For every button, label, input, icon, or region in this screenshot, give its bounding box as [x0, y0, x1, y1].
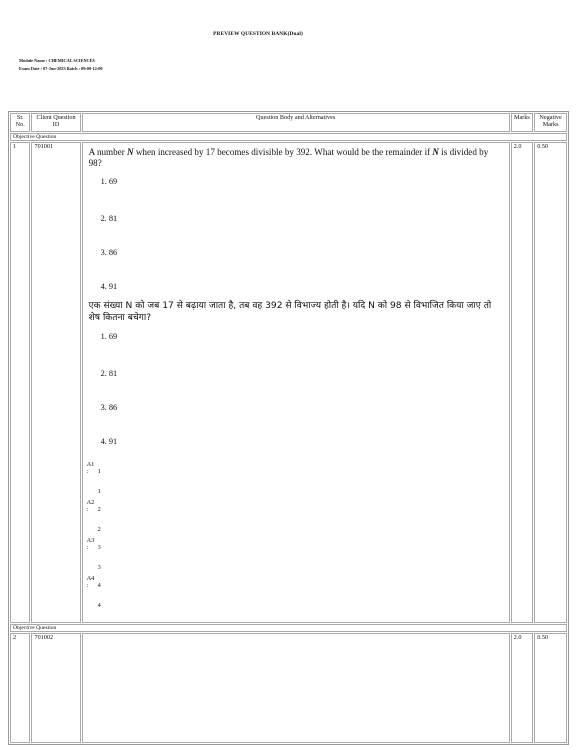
col-header-body: Question Body and Alternatives	[81, 113, 510, 132]
question-sr: 2	[10, 633, 31, 743]
option-item: 1. 69	[100, 177, 118, 186]
table-row: 2 701002 2.0 0.50	[10, 633, 567, 743]
options-hindi: 1. 69 2. 81 3. 86 4. 91	[101, 324, 503, 450]
col-header-negative: Negative Marks	[534, 113, 567, 132]
exam-date-batch: Exam Date : 07-Jun-2023 Batch : 09:00-12…	[19, 66, 103, 71]
option-item: 2. 81	[100, 369, 118, 378]
option-item: 1. 69	[100, 332, 118, 341]
col-header-marks: Marks	[510, 113, 534, 132]
answer-key-item: A4: 4 4	[86, 575, 101, 609]
page-title: PREVIEW QUESTION BANK(Dual)	[213, 31, 303, 37]
module-name: Module Name : CHEMICAL SCIENCES	[19, 58, 95, 63]
question-stem-english: A number N when increased by 17 becomes …	[88, 147, 489, 168]
question-marks: 2.0	[510, 142, 534, 623]
question-sr: 1	[10, 142, 31, 623]
answer-key-item: A1: 1 1	[86, 461, 101, 495]
section-row: Objective Question	[10, 624, 567, 632]
answer-key-item: A3: 3 3	[86, 537, 101, 571]
table-header-row: Sr. No. Client Question ID Question Body…	[10, 113, 567, 132]
options-english: 1. 69 2. 81 3. 86 4. 91	[101, 169, 503, 297]
option-item: 2. 81	[100, 214, 118, 223]
table-row: 1 701001 A number N when increased by 17…	[10, 142, 567, 623]
question-negative-marks: 0.50	[534, 142, 567, 623]
section-row: Objective Question	[10, 133, 567, 141]
question-negative-marks: 0.50	[534, 633, 567, 743]
question-marks: 2.0	[510, 633, 534, 743]
option-item: 4. 91	[100, 437, 118, 446]
option-item: 3. 86	[100, 403, 118, 412]
col-header-sr: Sr. No.	[10, 113, 31, 132]
answer-key-item: A2: 2 2	[86, 499, 101, 533]
answer-keys: A1: 1 1 A2: 2 2 A3: 3 3 A4: 4 4	[86, 461, 503, 609]
question-stem-hindi: एक संख्या N को जब 17 से बढ़ाया जाता है, …	[88, 301, 492, 323]
option-item: 3. 86	[100, 248, 118, 257]
question-client-id: 701001	[31, 142, 81, 623]
question-body	[81, 633, 510, 743]
col-header-client-id: Client Question ID	[31, 113, 81, 132]
section-label: Objective Question	[10, 133, 567, 141]
section-label: Objective Question	[10, 624, 567, 632]
option-item: 4. 91	[100, 282, 118, 291]
question-client-id: 701002	[31, 633, 81, 743]
question-body: A number N when increased by 17 becomes …	[81, 142, 510, 623]
question-bank-table: Sr. No. Client Question ID Question Body…	[8, 111, 569, 745]
